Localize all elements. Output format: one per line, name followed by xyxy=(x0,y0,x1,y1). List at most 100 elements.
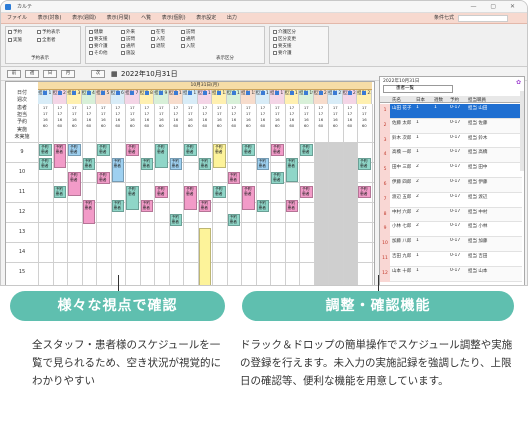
appointment-block[interactable]: 予約 患者 xyxy=(198,200,211,212)
filter-reserve[interactable]: 予約 xyxy=(8,29,22,35)
filter-health[interactable]: 健康 xyxy=(89,29,103,35)
appointment-block[interactable] xyxy=(198,228,211,285)
appointment-block[interactable]: 予約 患者 xyxy=(97,144,110,156)
menu-settings[interactable]: 表示設定 xyxy=(196,15,216,21)
patient-name[interactable]: 田中 三郎 xyxy=(392,164,416,170)
patient-name[interactable]: 吉田 九郎 xyxy=(392,253,416,259)
day-button[interactable]: 日 xyxy=(43,70,57,78)
filter-visit2[interactable]: 訪問 xyxy=(181,29,195,35)
appointment-block[interactable]: 予約 患者 xyxy=(242,144,255,156)
appointment-block[interactable]: 予約 患者 xyxy=(111,158,124,182)
appointment-block[interactable]: 予約 患者 xyxy=(213,186,226,198)
month-button[interactable]: 月 xyxy=(61,70,75,78)
appointment-block[interactable]: 予約 患者 xyxy=(155,144,168,168)
filter-discharge[interactable]: 退院 xyxy=(151,43,165,49)
appointment-block[interactable]: 予約 患者 xyxy=(126,186,139,210)
patient-name[interactable]: 山田 花子 xyxy=(392,105,416,111)
patient-name[interactable]: 加藤 八郎 xyxy=(392,238,416,244)
appointment-block[interactable]: 予約 患者 xyxy=(140,200,153,212)
filter-outpatient[interactable]: 外来 xyxy=(121,29,135,35)
patient-name[interactable]: 渡辺 五郎 xyxy=(392,194,416,200)
appointment-block[interactable]: 予約 患者 xyxy=(271,144,284,156)
filter-support[interactable]: 要支援 xyxy=(89,36,108,42)
condition-combo[interactable] xyxy=(458,15,508,22)
menu-output[interactable]: 出力 xyxy=(227,15,237,21)
column-line xyxy=(96,104,97,285)
time-label: 9 xyxy=(20,149,24,155)
filter-care-class[interactable]: 介護区分 xyxy=(273,29,296,35)
filter-other[interactable]: その他 xyxy=(89,50,108,56)
appointment-block[interactable]: 予約 患者 xyxy=(213,144,226,168)
patient-name[interactable]: 鈴木 次郎 xyxy=(392,135,416,141)
filter-class-change[interactable]: 区分変更 xyxy=(273,36,296,42)
filter-need-support[interactable]: 要支援 xyxy=(273,43,292,49)
menu-view-month[interactable]: 表示(月間) xyxy=(107,15,131,21)
appointment-block[interactable]: 予約 患者 xyxy=(82,200,95,224)
appointment-block[interactable]: 予約 患者 xyxy=(358,158,371,170)
row-number: 11 xyxy=(380,252,390,267)
appointment-block[interactable]: 予約 患者 xyxy=(271,172,284,184)
appointment-block[interactable]: 予約 患者 xyxy=(53,144,66,168)
appointment-block[interactable]: 予約 患者 xyxy=(242,186,255,210)
patient-name[interactable]: 小林 七郎 xyxy=(392,223,416,229)
appointment-block[interactable]: 予約 患者 xyxy=(140,158,153,170)
appointment-block[interactable]: 予約 患者 xyxy=(300,144,313,156)
staff-icon xyxy=(159,91,163,95)
appointment-block[interactable]: 予約 患者 xyxy=(285,200,298,212)
patient-name[interactable]: 高橋 一郎 xyxy=(392,149,416,155)
appointment-block[interactable]: 予約 患者 xyxy=(82,158,95,170)
filter-facility[interactable]: 施設 xyxy=(121,50,135,56)
patient-name[interactable]: 中村 六郎 xyxy=(392,209,416,215)
appointment-block[interactable]: 予約 患者 xyxy=(169,158,182,170)
settings-icon[interactable]: ✿ xyxy=(516,79,521,86)
filter-dayservice2[interactable]: 通所 xyxy=(181,36,195,42)
scrollbar[interactable] xyxy=(520,91,524,171)
appointment-block[interactable]: 予約 患者 xyxy=(169,214,182,226)
appointment-block[interactable]: 予約 患者 xyxy=(97,172,110,184)
row-number: 8 xyxy=(380,207,390,223)
appointment-block[interactable]: 予約 患者 xyxy=(184,144,197,156)
menu-view-individual[interactable]: 表示(個別) xyxy=(162,15,186,21)
filter-all-patients[interactable]: 全患者 xyxy=(37,37,56,43)
menu-view-week[interactable]: 表示(週間) xyxy=(72,15,96,21)
list-combo[interactable]: 患者一覧 xyxy=(383,85,453,93)
filter-admit[interactable]: 入院 xyxy=(151,36,165,42)
patient-name[interactable]: 山本 十郎 xyxy=(392,268,416,274)
filter-care[interactable]: 要介護 xyxy=(89,43,108,49)
window-controls[interactable]: — ▢ ✕ xyxy=(470,1,521,13)
next-button[interactable]: 次 xyxy=(91,70,105,78)
appointment-block[interactable]: 予約 患者 xyxy=(227,172,240,184)
filter-visit[interactable]: 訪問 xyxy=(121,36,135,42)
appointment-block[interactable]: 予約 患者 xyxy=(53,186,66,198)
appointment-block[interactable]: 予約 患者 xyxy=(111,200,124,212)
filter-dayservice[interactable]: 通所 xyxy=(121,43,135,49)
filter-reserve-view[interactable]: 予約表示 xyxy=(37,29,60,35)
menu-view-target[interactable]: 表示(対象) xyxy=(38,15,62,21)
filter-home[interactable]: 在宅 xyxy=(151,29,165,35)
appointment-block[interactable]: 予約 患者 xyxy=(256,200,269,212)
appointment-block[interactable]: 予約 患者 xyxy=(155,186,168,198)
filter-need-care[interactable]: 要介護 xyxy=(273,50,292,56)
appointment-block[interactable]: 予約 患者 xyxy=(39,158,52,170)
calendar-icon[interactable]: ▦ xyxy=(111,70,118,78)
appointment-block[interactable]: 予約 患者 xyxy=(126,144,139,156)
week-button[interactable]: 週 xyxy=(25,70,39,78)
filter-done[interactable]: 実施 xyxy=(8,37,22,43)
prev-button[interactable]: 前 xyxy=(7,70,21,78)
appointment-block[interactable]: 予約 患者 xyxy=(198,158,211,170)
appointment-block[interactable]: 予約 患者 xyxy=(285,158,298,182)
appointment-block[interactable]: 予約 患者 xyxy=(68,172,81,196)
appointment-block[interactable]: 予約 患者 xyxy=(39,144,52,156)
appointment-block[interactable]: 予約 患者 xyxy=(68,144,81,156)
menu-list[interactable]: ヘ覧 xyxy=(141,15,151,21)
patient-name[interactable]: 佐藤 太郎 xyxy=(392,120,416,126)
appointment-block[interactable]: 予約 患者 xyxy=(227,214,240,226)
appointment-block[interactable]: 予約 患者 xyxy=(256,158,269,170)
appointment-block[interactable]: 予約 患者 xyxy=(300,186,313,198)
appointment-block[interactable]: 予約 患者 xyxy=(358,186,371,198)
patient-name[interactable]: 伊藤 四郎 xyxy=(392,179,416,185)
filter-admit2[interactable]: 入院 xyxy=(181,43,195,49)
menu-file[interactable]: ファイル xyxy=(7,15,27,21)
appointment-block[interactable]: 予約 患者 xyxy=(184,186,197,210)
staff-icon xyxy=(173,91,178,95)
